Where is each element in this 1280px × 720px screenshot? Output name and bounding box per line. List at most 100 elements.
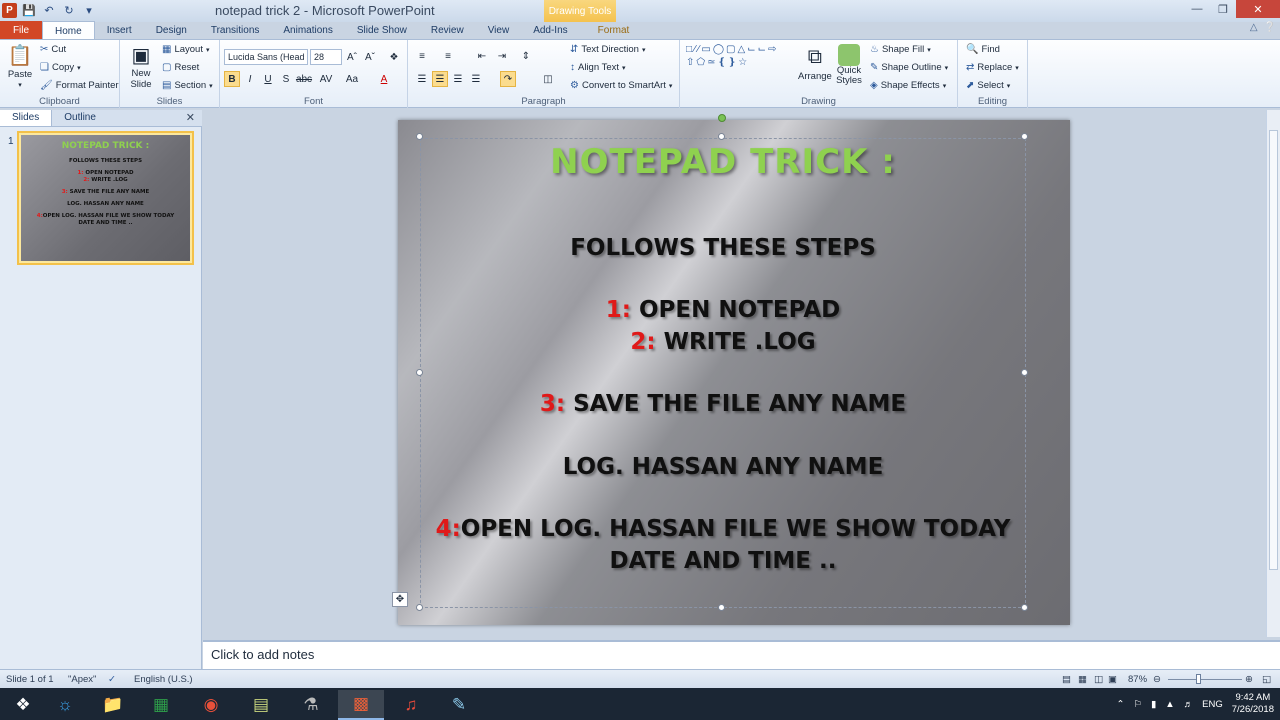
restore-icon[interactable]: ❐ (1210, 0, 1236, 18)
font-name-select[interactable]: Lucida Sans (Head (224, 49, 308, 65)
content-textbox[interactable]: NOTEPAD TRICK : FOLLOWS THESE STEPS 1: O… (420, 138, 1026, 608)
powerpoint-taskbar-icon[interactable]: ▩ (338, 690, 384, 720)
powerpoint-app-icon[interactable]: P (2, 2, 17, 18)
tab-view[interactable]: View (476, 21, 522, 40)
numbering-icon[interactable]: ≡ (440, 48, 456, 64)
strikethrough-icon[interactable]: abc (296, 71, 312, 87)
spelling-check-icon[interactable]: ✓ (108, 674, 116, 685)
excel-icon[interactable]: ▦ (138, 690, 184, 720)
text-shadow-icon[interactable]: S (278, 71, 294, 87)
scrollbar-thumb[interactable] (1269, 130, 1278, 570)
minimize-ribbon-icon[interactable]: △ (1250, 22, 1258, 33)
shape-star-icon[interactable]: ☆ (738, 57, 747, 68)
volume-icon[interactable]: ♬ (1184, 699, 1194, 710)
resize-handle-sw[interactable] (416, 604, 423, 611)
layout-button[interactable]: ▦ Layout ▾ (162, 44, 210, 55)
copy-button[interactable]: ❏ Copy ▾ (40, 62, 81, 73)
vertical-scrollbar[interactable] (1266, 110, 1280, 637)
shape-arrow-right-icon[interactable]: ⇨ (768, 44, 776, 55)
step-3[interactable]: 3: SAVE THE FILE ANY NAME (421, 389, 1025, 420)
log-line[interactable]: LOG. HASSAN ANY NAME (421, 452, 1025, 483)
slide-canvas[interactable]: NOTEPAD TRICK : FOLLOWS THESE STEPS 1: O… (398, 120, 1070, 625)
resize-handle-w[interactable] (416, 369, 423, 376)
cut-button[interactable]: ✂ Cut (40, 44, 66, 55)
language-indicator[interactable]: English (U.S.) (134, 674, 193, 685)
slide-heading[interactable]: FOLLOWS THESE STEPS (421, 233, 1025, 264)
slide-sorter-icon[interactable]: ▦ (1078, 674, 1087, 685)
shape-pentagon-icon[interactable]: ⬠ (696, 57, 705, 68)
input-language[interactable]: ENG (1202, 699, 1223, 710)
shape-oval-icon[interactable]: ◯ (713, 44, 724, 55)
save-icon[interactable]: 💾 (21, 2, 37, 18)
new-slide-button[interactable]: ▣ New Slide (126, 42, 156, 91)
pen-app-icon[interactable]: ✎ (436, 690, 482, 720)
zoom-slider[interactable] (1168, 679, 1242, 680)
text-direction-button[interactable]: ⇵ Text Direction ▾ (570, 44, 645, 55)
quick-styles-button[interactable]: Quick Styles (836, 44, 862, 86)
tab-review[interactable]: Review (419, 21, 476, 40)
help-icon[interactable]: ❔ (1264, 22, 1276, 33)
shape-brace-icon[interactable]: ❴ (717, 57, 725, 68)
music-app-icon[interactable]: ♫ (388, 690, 434, 720)
windows-start-icon[interactable]: ❖ (0, 690, 46, 720)
resize-handle-se[interactable] (1021, 604, 1028, 611)
step-4[interactable]: 4:OPEN LOG. HASSAN FILE WE SHOW TODAY (421, 514, 1025, 545)
convert-smartart-button[interactable]: ⚙ Convert to SmartArt ▾ (570, 80, 672, 91)
align-right-icon[interactable]: ☰ (450, 71, 466, 87)
shape-curve-icon[interactable]: ≃ (707, 57, 715, 68)
tab-slide-show[interactable]: Slide Show (345, 21, 419, 40)
shape-line2-icon[interactable]: ∕ (698, 44, 700, 55)
slide-show-icon[interactable]: ▣ (1108, 674, 1117, 685)
section-button[interactable]: ▤ Section ▾ (162, 80, 213, 91)
resize-handle-e[interactable] (1021, 369, 1028, 376)
change-case-icon[interactable]: Aa (344, 71, 360, 87)
system-clock[interactable]: 9:42 AM 7/26/2018 (1232, 692, 1274, 716)
shape-line-icon[interactable]: ∕ (694, 44, 696, 55)
align-text-button[interactable]: ↕ Align Text ▾ (570, 62, 626, 73)
shape-rounded-rect-icon[interactable]: ▢ (726, 44, 735, 55)
shape-arrow-up-icon[interactable]: ⇧ (686, 57, 694, 68)
bullets-icon[interactable]: ≡ (414, 48, 430, 64)
select-button[interactable]: ⬈ Select ▾ (966, 80, 1010, 91)
normal-view-icon[interactable]: ▤ (1062, 674, 1071, 685)
tab-design[interactable]: Design (144, 21, 199, 40)
format-painter-button[interactable]: 🖌 Format Painter (40, 80, 119, 91)
columns-icon[interactable]: ◫ (540, 71, 556, 87)
align-left-icon[interactable]: ☰ (414, 71, 430, 87)
notification-icon[interactable]: ⚐ (1133, 699, 1142, 710)
undo-icon[interactable]: ↶ (41, 2, 57, 18)
tray-expand-icon[interactable]: ⌃ (1117, 699, 1125, 710)
notes-pane[interactable]: Click to add notes (203, 640, 1280, 669)
arrange-button[interactable]: ⧉ Arrange (798, 44, 832, 83)
resize-handle-ne[interactable] (1021, 133, 1028, 140)
zoom-level[interactable]: 87% (1128, 674, 1147, 685)
shape-rectangle-icon[interactable]: ▭ (701, 44, 710, 55)
font-size-select[interactable]: 28 (310, 49, 342, 65)
close-panel-icon[interactable]: ✕ (186, 111, 195, 124)
resize-handle-s[interactable] (718, 604, 725, 611)
line-spacing-icon[interactable]: ⇕ (518, 48, 534, 64)
shape-triangle-icon[interactable]: △ (738, 44, 746, 55)
resize-handle-n[interactable] (718, 133, 725, 140)
increase-indent-icon[interactable]: ⇥ (494, 48, 510, 64)
text-direction-rtl-icon[interactable]: ↷ (500, 71, 516, 87)
reset-button[interactable]: ▢ Reset (162, 62, 199, 73)
internet-explorer-icon[interactable]: ☼ (42, 690, 88, 720)
font-color-icon[interactable]: A (376, 71, 392, 87)
step-4-continued[interactable]: DATE AND TIME .. (421, 546, 1025, 577)
shrink-font-icon[interactable]: Aˇ (362, 49, 378, 65)
zoom-out-icon[interactable]: ⊖ (1153, 674, 1161, 685)
italic-icon[interactable]: I (242, 71, 258, 87)
redo-icon[interactable]: ↻ (61, 2, 77, 18)
notepad-app-icon[interactable]: ▤ (238, 690, 284, 720)
rotation-handle[interactable] (718, 114, 726, 122)
shape-outline-button[interactable]: ✎ Shape Outline ▾ (870, 62, 948, 73)
autofit-options-icon[interactable]: ✥ (392, 592, 408, 607)
network-icon[interactable]: ▲ (1165, 699, 1174, 710)
replace-button[interactable]: ⇄ Replace ▾ (966, 62, 1019, 73)
tab-insert[interactable]: Insert (95, 21, 144, 40)
zoom-slider-handle[interactable] (1196, 674, 1201, 684)
tab-home[interactable]: Home (42, 21, 95, 40)
slide-thumbnail[interactable]: NOTEPAD TRICK : FOLLOWS THESE STEPS 1: O… (17, 131, 194, 265)
file-explorer-icon[interactable]: 📁 (90, 690, 136, 720)
